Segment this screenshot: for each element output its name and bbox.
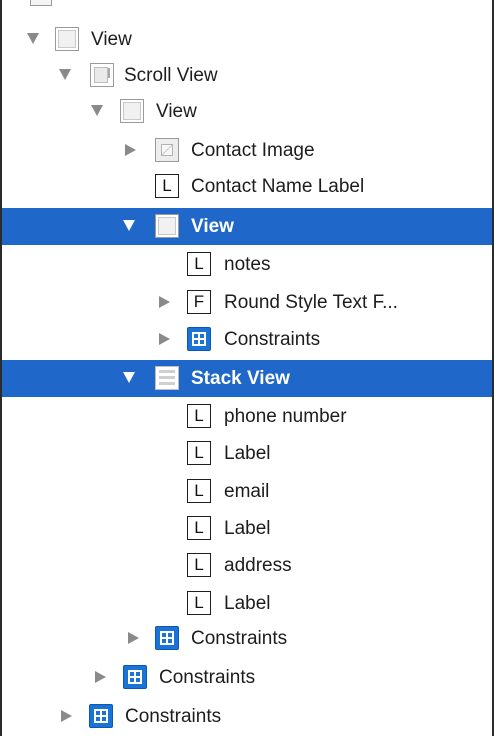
- outline-row-label: Contact Name Label: [191, 176, 365, 197]
- outline-row-label: email: [224, 481, 270, 502]
- outline-row-contact-name-label[interactable]: L Contact Name Label: [2, 168, 492, 205]
- text-field-icon: F: [187, 290, 211, 314]
- outline-row-label: Label: [224, 593, 271, 614]
- outline-row-content-view[interactable]: View: [2, 93, 492, 130]
- disclosure-triangle-icon[interactable]: [59, 69, 71, 80]
- outline-row-label: Stack View: [191, 368, 290, 389]
- constraints-icon: [155, 626, 179, 650]
- outline-row-label: Scroll View: [124, 65, 218, 86]
- outline-row-address[interactable]: L address: [2, 547, 492, 584]
- disclosure-triangle-icon[interactable]: [61, 710, 72, 722]
- outline-row-text-field[interactable]: F Round Style Text F...: [2, 284, 492, 321]
- outline-row-label: notes: [224, 254, 271, 275]
- outline-row-label: Label: [224, 443, 271, 464]
- label-icon: L: [187, 252, 211, 276]
- constraints-icon: [187, 327, 211, 351]
- outline-row-label: Contact Image: [191, 140, 315, 161]
- outline-row-label-3[interactable]: L Label: [2, 585, 492, 622]
- partial-view-icon: [30, 0, 52, 6]
- view-icon: [55, 27, 79, 51]
- disclosure-triangle-icon[interactable]: [123, 372, 135, 383]
- constraints-icon: [123, 665, 147, 689]
- outline-row-view-selected[interactable]: View: [2, 208, 492, 245]
- image-view-icon: [155, 138, 179, 162]
- disclosure-triangle-icon[interactable]: [128, 632, 139, 644]
- disclosure-triangle-icon[interactable]: [95, 671, 106, 683]
- constraints-icon: [89, 704, 113, 728]
- outline-row-label-1[interactable]: L Label: [2, 435, 492, 472]
- outline-row-phone-number[interactable]: L phone number: [2, 398, 492, 435]
- label-icon: L: [155, 174, 179, 198]
- outline-row-label: Label: [224, 518, 271, 539]
- label-icon: L: [187, 553, 211, 577]
- view-icon: [155, 214, 179, 238]
- outline-row-label: Constraints: [191, 628, 288, 649]
- outline-row-label: View: [91, 29, 132, 50]
- disclosure-triangle-icon[interactable]: [27, 33, 39, 44]
- disclosure-triangle-icon[interactable]: [159, 333, 170, 345]
- scroll-view-icon: [90, 63, 114, 87]
- outline-row-label: phone number: [224, 406, 347, 427]
- label-icon: L: [187, 516, 211, 540]
- outline-row-email[interactable]: L email: [2, 473, 492, 510]
- disclosure-triangle-icon[interactable]: [125, 144, 136, 156]
- outline-row-label: Constraints: [224, 329, 321, 350]
- outline-row-contact-image[interactable]: Contact Image: [2, 132, 492, 169]
- outline-row-constraints[interactable]: Constraints: [2, 620, 492, 657]
- outline-row-constraints[interactable]: Constraints: [2, 659, 492, 696]
- outline-row-label: View: [191, 216, 234, 237]
- outline-row-constraints[interactable]: Constraints: [2, 321, 492, 358]
- label-icon: L: [187, 441, 211, 465]
- outline-row-label: Round Style Text F...: [224, 292, 398, 313]
- outline-row-notes[interactable]: L notes: [2, 246, 492, 283]
- outline-row-label-2[interactable]: L Label: [2, 510, 492, 547]
- outline-row-constraints[interactable]: Constraints: [2, 698, 492, 735]
- outline-row-label: View: [156, 101, 197, 122]
- outline-row-label: Constraints: [125, 706, 222, 727]
- view-icon: [120, 99, 144, 123]
- document-outline: View Scroll View View Contact Image L Co…: [0, 0, 494, 736]
- outline-row-scroll-view[interactable]: Scroll View: [2, 57, 492, 94]
- outline-row-label: address: [224, 555, 292, 576]
- label-icon: L: [187, 591, 211, 615]
- label-icon: L: [187, 479, 211, 503]
- outline-row-stack-view-selected[interactable]: Stack View: [2, 360, 492, 397]
- disclosure-triangle-icon[interactable]: [91, 105, 103, 116]
- disclosure-triangle-icon[interactable]: [123, 220, 135, 231]
- label-icon: L: [187, 404, 211, 428]
- outline-row-label: Constraints: [159, 667, 256, 688]
- outline-row-view-root[interactable]: View: [2, 21, 492, 58]
- stack-view-icon: [155, 366, 179, 390]
- disclosure-triangle-icon[interactable]: [159, 296, 170, 308]
